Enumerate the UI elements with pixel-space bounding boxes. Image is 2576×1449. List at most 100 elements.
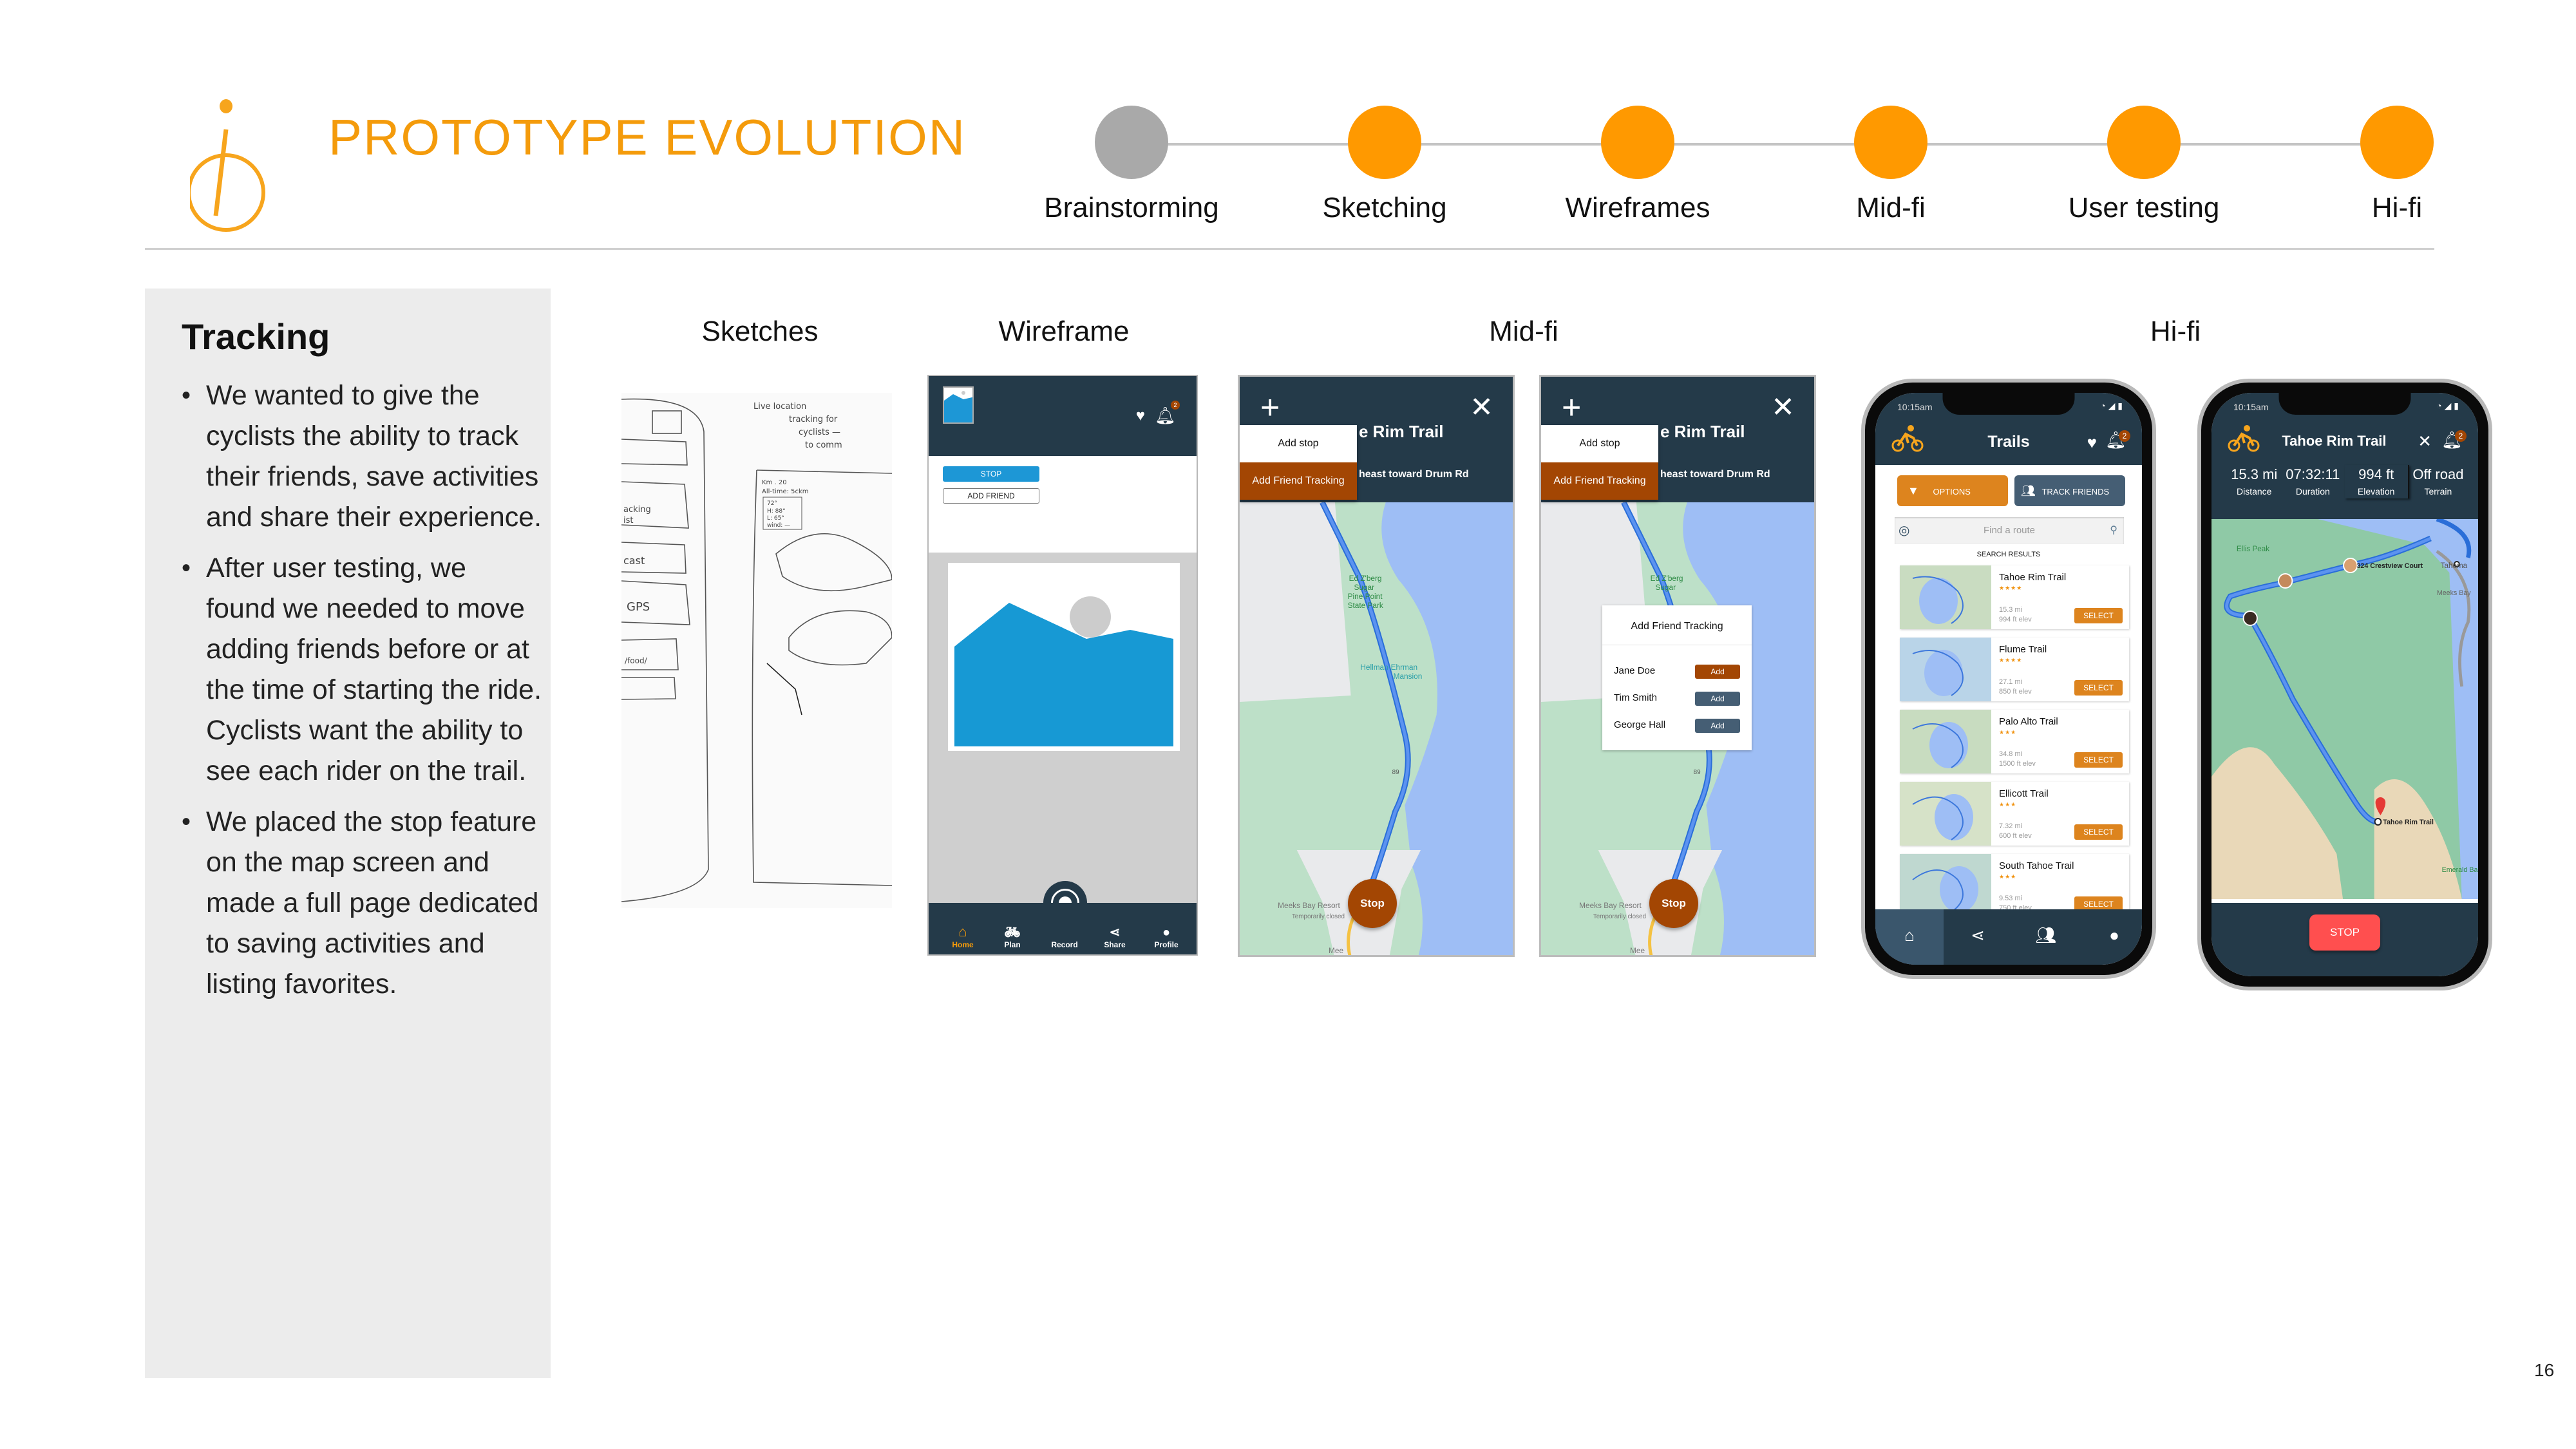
plus-icon[interactable]: + (1562, 391, 1581, 424)
options-button[interactable]: ▼ OPTIONS (1897, 475, 2008, 506)
terrain-map[interactable]: Ellis Peak Tahoma 324 Crestview Court Me… (2211, 519, 2478, 899)
menu-item-add-stop[interactable]: Add stop (1541, 425, 1658, 462)
svg-text:GPS: GPS (627, 600, 650, 614)
dialog-title: Add Friend Tracking (1602, 605, 1752, 645)
svg-text:Meeks Bay: Meeks Bay (2437, 589, 2471, 597)
trail-name: South Tahoe Trail (1999, 860, 2074, 871)
nav-share[interactable]: ⋖ (1944, 909, 2012, 965)
nav-plan[interactable]: 🚲︎ Plan (990, 924, 1035, 949)
home-icon: ⌂ (958, 923, 967, 940)
timeline-step-dot (2360, 106, 2434, 179)
section-label-midfi: Mid-fi (1489, 316, 1558, 347)
hifi-trails-phone: 10:15am ◔ ◢ ▮ Trails ♥ 🔔︎ 2 ▼ OPTIONS 👥︎… (1861, 379, 2156, 979)
status-time: 10:15am (2233, 402, 2269, 412)
route-direction: heast toward Drum Rd (1359, 469, 1469, 480)
menu-item-add-friend-tracking[interactable]: Add Friend Tracking (1240, 462, 1357, 500)
plus-icon[interactable]: + (1260, 391, 1280, 424)
stop-button[interactable]: Stop (1649, 879, 1698, 928)
sketch-drawing: Live location tracking for cyclists — to… (621, 398, 892, 902)
stop-button[interactable]: STOP (943, 466, 1039, 482)
select-trail-button[interactable]: SELECT (2074, 752, 2123, 768)
timeline-step-dot (1601, 106, 1674, 179)
screen-title: Trails (1987, 433, 2030, 451)
timeline-step-dot (1095, 106, 1168, 179)
route-search-input[interactable]: ◎ Find a route ⚲ (1895, 517, 2124, 544)
sketch-image: Live location tracking for cyclists — to… (621, 393, 892, 908)
trail-name: Tahoe Rim Trail (1999, 572, 2067, 583)
ride-screen: 10:15am ◔ ◢ ▮ Tahoe Rim Trail ✕ 🔔︎ 2 15.… (2211, 393, 2478, 976)
svg-text:Sugar: Sugar (1354, 583, 1374, 592)
friend-avatar[interactable] (2278, 573, 2293, 589)
trail-map-thumbnail (1900, 854, 1991, 918)
svg-text:Sugar: Sugar (1655, 583, 1676, 592)
wf-bottom-nav: ⌂ Home 🚲︎ Plan Record ⋖ Share ● Profile (929, 903, 1197, 954)
section-label-sketches: Sketches (701, 316, 819, 347)
svg-text:89: 89 (1392, 769, 1399, 776)
trail-rating-stars: ★★★ (1999, 729, 2017, 735)
add-friend-button[interactable]: ADD FRIEND (943, 488, 1039, 504)
wireframe-screen: ♥ 🔔︎ 2 STOP ADD FRIEND ⌂ Home 🚲︎ Plan Reco… (927, 375, 1198, 956)
timeline-step-dot (2107, 106, 2181, 179)
friend-avatar[interactable] (2242, 611, 2258, 626)
trail-elevation: 850 ft elev (1999, 688, 2032, 696)
track-friends-button[interactable]: 👥︎ TRACK FRIENDS (2014, 475, 2125, 506)
route-title: e Rim Trail (1660, 422, 1745, 441)
heart-icon[interactable]: ♥ (2087, 433, 2097, 453)
friend-avatar[interactable] (2343, 558, 2358, 573)
close-icon[interactable]: ✕ (1771, 393, 1795, 422)
trail-distance: 9.53 mi (1999, 895, 2023, 902)
svg-text:ist: ist (623, 516, 633, 526)
nav-home[interactable]: ⌂ Home (940, 923, 985, 949)
svg-text:Hellman-Ehrman: Hellman-Ehrman (1360, 663, 1417, 672)
select-trail-button[interactable]: SELECT (2074, 608, 2123, 623)
locate-icon[interactable]: ◎ (1899, 517, 1909, 544)
nav-record[interactable]: Record (1042, 940, 1087, 949)
add-friend-button[interactable]: Add (1695, 692, 1740, 706)
svg-text:Mansion: Mansion (1394, 672, 1423, 681)
bullet-item: We placed the stop feature on the map sc… (182, 802, 542, 1005)
nav-friends[interactable]: 👥︎ (2012, 909, 2080, 965)
trail-result-card[interactable]: South Tahoe Trail ★★★ 9.53 mi 750 ft elev SE… (1900, 854, 2129, 918)
trail-result-card[interactable]: Palo Alto Trail ★★★ 34.8 mi 1500 ft elev SEL… (1900, 710, 2129, 773)
trail-result-card[interactable]: Flume Trail ★★★★ 27.1 mi 850 ft elev SELECT (1900, 638, 2129, 701)
nav-profile[interactable]: ● Profile (1144, 925, 1189, 949)
page-title: PROTOTYPE EVOLUTION (328, 109, 967, 166)
nav-share[interactable]: ⋖ Share (1092, 924, 1137, 949)
stat-duration: 07:32:11 Duration (2286, 466, 2340, 497)
nav-profile[interactable]: ● (2080, 909, 2142, 965)
stat-elevation[interactable]: 994 ft Elevation (2345, 465, 2409, 498)
select-trail-button[interactable]: SELECT (2074, 824, 2123, 840)
friends-icon: 👥︎ (2021, 484, 2036, 497)
midfi-screen-1: Ed Z'berg Sugar Pine Point State Park He… (1238, 375, 1515, 957)
trail-rating-stars: ★★★★ (1999, 657, 2023, 663)
timeline-step-label: Mid-fi (1856, 192, 1926, 223)
nav-home[interactable]: ⌂ (1875, 909, 1944, 965)
trail-name: Ellicott Trail (1999, 788, 2049, 799)
add-friend-button[interactable]: Add (1695, 665, 1740, 679)
section-label-hifi: Hi-fi (2150, 316, 2201, 347)
bicycle-logo-icon[interactable] (1891, 425, 1924, 452)
search-icon[interactable]: ⚲ (2110, 517, 2117, 544)
svg-text:Emerald Ba: Emerald Ba (2442, 866, 2478, 874)
close-icon[interactable]: ✕ (2418, 431, 2432, 451)
wf-actions: STOP ADD FRIEND (929, 456, 1197, 553)
friend-row: George Hall Add (1614, 717, 1740, 733)
close-icon[interactable]: ✕ (1470, 393, 1493, 422)
trail-result-card[interactable]: Tahoe Rim Trail ★★★★ 15.3 mi 994 ft elev SEL… (1900, 565, 2129, 629)
heart-icon[interactable]: ♥ (1136, 407, 1145, 425)
map-label: Ellis Peak (2237, 544, 2269, 553)
trail-result-card[interactable]: Ellicott Trail ★★★ 7.32 mi 600 ft elev SELEC… (1900, 782, 2129, 846)
stop-button[interactable]: STOP (2309, 914, 2380, 951)
stop-button[interactable]: Stop (1348, 879, 1397, 928)
menu-item-add-stop[interactable]: Add stop (1240, 425, 1357, 462)
select-trail-button[interactable]: SELECT (2074, 680, 2123, 696)
svg-text:to comm: to comm (805, 440, 842, 450)
svg-text:Tahoma: Tahoma (2441, 561, 2468, 570)
menu-item-add-friend-tracking[interactable]: Add Friend Tracking (1541, 462, 1658, 500)
svg-text:cast: cast (623, 554, 645, 567)
trail-elevation: 1500 ft elev (1999, 760, 2036, 768)
svg-text:89: 89 (1694, 769, 1701, 776)
timeline-step-label: Sketching (1322, 192, 1447, 223)
add-friend-button[interactable]: Add (1695, 719, 1740, 733)
bicycle-logo-icon[interactable] (2228, 425, 2260, 452)
